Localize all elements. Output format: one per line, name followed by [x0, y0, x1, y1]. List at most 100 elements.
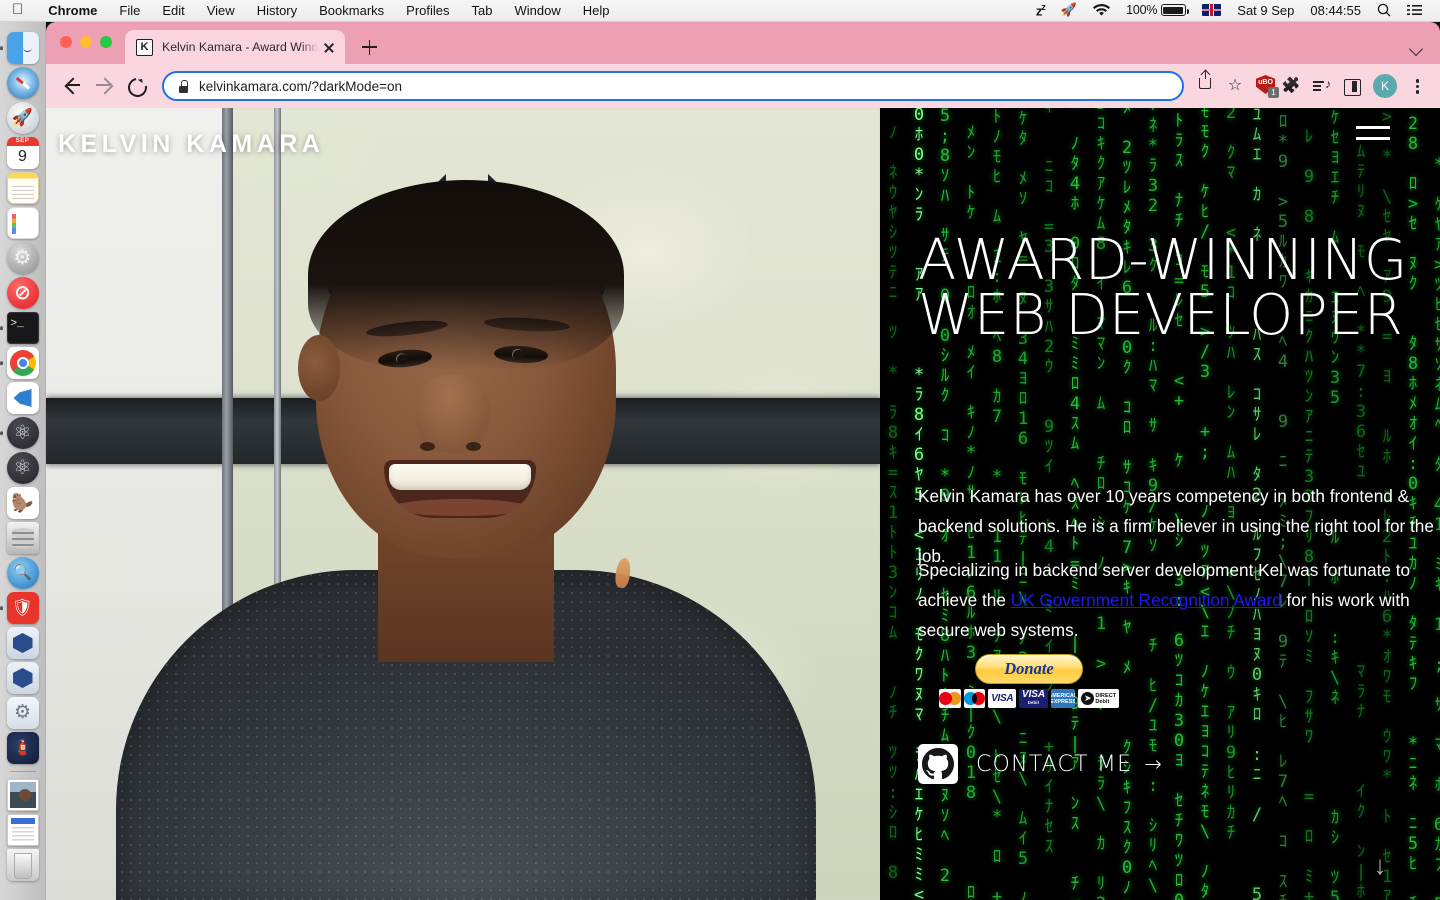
safari-icon: [6, 67, 39, 99]
back-arrow-icon[interactable]: [56, 70, 88, 102]
chrome-window: K Kelvin Kamara - Award Winning kelvinka…: [46, 22, 1440, 900]
dock-item-terminal[interactable]: [0, 311, 40, 345]
dock-item-virtualbox[interactable]: [6, 626, 40, 660]
battery-status[interactable]: 100%: [1118, 3, 1194, 17]
share-icon[interactable]: [1190, 70, 1220, 101]
menu-item-help[interactable]: Help: [572, 3, 621, 18]
address-bar[interactable]: kelvinkamara.com/?darkMode=on: [162, 71, 1184, 101]
launchpad-rocket-icon: [6, 102, 39, 134]
apple-logo-icon[interactable]: : [0, 2, 37, 17]
visa-debit-icon: VISA Debit: [1019, 689, 1048, 708]
chevron-down-icon[interactable]: [1410, 41, 1424, 55]
hero-portrait-photo: KELVIN KAMARA: [46, 108, 880, 900]
person-portrait: [116, 160, 816, 900]
uk-government-recognition-award-link[interactable]: UK Government Recognition Award: [1011, 590, 1282, 610]
github-icon[interactable]: [918, 744, 958, 784]
menu-item-chrome[interactable]: Chrome: [37, 3, 108, 18]
dock-item-mysql[interactable]: [6, 521, 40, 555]
battery-percent: 100%: [1126, 3, 1158, 18]
dock-item-finder[interactable]: [0, 31, 40, 65]
accepted-cards-row: VISA VISADebit AMERICAN EXPRESS ➤ DIRECT…: [939, 689, 1119, 708]
new-tab-button[interactable]: [355, 33, 383, 61]
amphetamine-zzz-icon[interactable]: zz: [1028, 2, 1053, 18]
minimize-window-button[interactable]: [80, 36, 92, 48]
dock-item-virtualbox-2[interactable]: [6, 661, 40, 695]
wifi-icon[interactable]: [1085, 3, 1118, 17]
scroll-down-arrow-icon[interactable]: ↓: [1370, 846, 1390, 886]
hero-inner: Award-Winning Web Developer Kelvin Kamar…: [918, 108, 1434, 900]
menu-item-file[interactable]: File: [108, 3, 151, 18]
calendar-month: SEP: [6, 137, 39, 146]
dock-item-dbeaver[interactable]: [6, 486, 40, 520]
notes-icon: [6, 172, 39, 204]
media-controls-icon[interactable]: [1306, 71, 1336, 101]
forward-arrow-icon[interactable]: [88, 70, 120, 102]
contact-me-text: CONTACT ME: [976, 751, 1133, 777]
menu-bar-time[interactable]: 08:44:55: [1302, 3, 1369, 18]
dock-item-atom-beta[interactable]: [6, 451, 40, 485]
atom-icon: [6, 417, 39, 449]
dock-item-launchpad[interactable]: [6, 101, 40, 135]
dock-item-reminders[interactable]: [6, 206, 40, 240]
dock-item-notes[interactable]: [6, 171, 40, 205]
donate-button[interactable]: Donate: [975, 654, 1083, 684]
direct-debit-text: DIRECT Debit: [1095, 693, 1116, 705]
dock-item-adobe-app[interactable]: [6, 276, 40, 310]
three-dot-menu-icon[interactable]: [1404, 71, 1430, 101]
contact-me-label[interactable]: CONTACT ME →: [976, 752, 1163, 777]
menu-item-view[interactable]: View: [196, 3, 246, 18]
trash-icon: [6, 849, 39, 881]
virtualbox-icon: [6, 627, 39, 659]
dock-item-atom[interactable]: [0, 416, 40, 450]
dock-item-network-scanner[interactable]: [6, 556, 40, 590]
dock-item-photo-file[interactable]: [6, 778, 40, 812]
reminders-icon: [6, 207, 39, 239]
photo-thumbnail-icon: [6, 779, 39, 811]
dock-item-fire-app[interactable]: [6, 731, 40, 765]
close-window-button[interactable]: [60, 36, 72, 48]
ublock-origin-icon[interactable]: uBO 1: [1256, 75, 1279, 98]
dock-item-chrome[interactable]: [0, 346, 40, 380]
dock-item-document-file[interactable]: [6, 813, 40, 847]
menu-item-profiles[interactable]: Profiles: [395, 3, 460, 18]
close-icon[interactable]: [321, 39, 337, 55]
dock-item-safari[interactable]: [6, 66, 40, 100]
side-panel-icon[interactable]: [1336, 71, 1366, 101]
reload-icon[interactable]: [120, 70, 152, 102]
browser-tab[interactable]: K Kelvin Kamara - Award Winning: [125, 30, 345, 64]
shield-icon: [6, 592, 39, 624]
settings-gear-icon: [6, 697, 39, 729]
menu-item-history[interactable]: History: [246, 3, 308, 18]
dock-item-trash[interactable]: [6, 848, 40, 882]
visa-icon: VISA: [988, 689, 1017, 708]
menu-bar-date[interactable]: Sat 9 Sep: [1229, 3, 1302, 18]
star-icon[interactable]: ☆: [1220, 71, 1250, 101]
hamburger-menu-icon[interactable]: [1356, 124, 1390, 144]
menu-item-tab[interactable]: Tab: [461, 3, 504, 18]
profile-avatar[interactable]: K: [1373, 74, 1397, 98]
contact-me-row[interactable]: CONTACT ME →: [918, 744, 1163, 784]
battery-icon: [1161, 4, 1190, 17]
dock-item-settings[interactable]: [6, 696, 40, 730]
dbeaver-icon: [6, 487, 39, 519]
dock-item-vscode[interactable]: [6, 381, 40, 415]
document-icon: [6, 814, 39, 846]
dock-separator: [9, 771, 36, 772]
rocket-icon[interactable]: 🚀: [1053, 2, 1085, 18]
visa-debit-sub: Debit: [1027, 699, 1040, 705]
extensions-puzzle-icon[interactable]: [1276, 71, 1306, 101]
dock-item-system-preferences[interactable]: [6, 241, 40, 275]
menu-item-window[interactable]: Window: [504, 3, 572, 18]
site-brand-name: KELVIN KAMARA: [58, 130, 325, 158]
dock-item-calendar[interactable]: SEP 9: [6, 136, 40, 170]
spotlight-search-icon[interactable]: [1369, 3, 1399, 17]
menu-item-edit[interactable]: Edit: [151, 3, 195, 18]
gear-icon: [6, 242, 39, 274]
dock-item-security-app[interactable]: [0, 591, 40, 625]
menu-item-bookmarks[interactable]: Bookmarks: [308, 3, 395, 18]
macos-menu-bar:  Chrome File Edit View History Bookmark…: [0, 0, 1440, 22]
uk-flag-icon[interactable]: [1194, 4, 1229, 17]
calendar-day: 9: [18, 148, 27, 165]
control-center-icon[interactable]: [1399, 4, 1430, 16]
maximize-window-button[interactable]: [100, 36, 112, 48]
